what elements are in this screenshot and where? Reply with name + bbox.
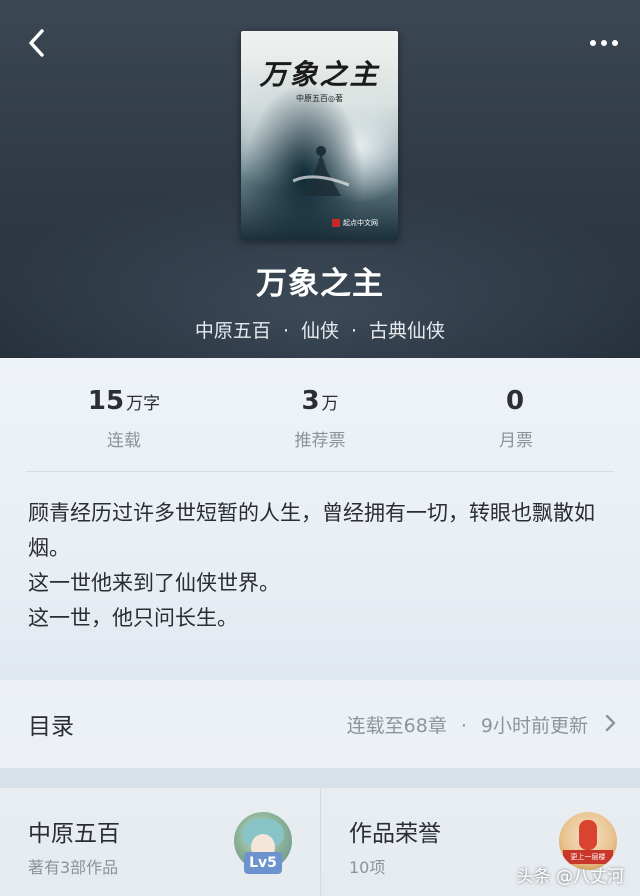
- watermark: 头条 @八丈河: [516, 867, 624, 887]
- honor-count: 10项: [349, 858, 386, 877]
- toc-updated: 9小时前更新: [480, 714, 588, 737]
- cover-title: 万象之主: [259, 58, 380, 91]
- intro-line: 这一世，他只问长生。: [28, 606, 238, 630]
- honor-title: 作品荣誉: [349, 821, 441, 847]
- chevron-left-icon: [29, 29, 44, 57]
- author-link[interactable]: 中原五百: [195, 320, 271, 342]
- stat-recommend-votes[interactable]: 3万 推荐票: [222, 382, 418, 471]
- stat-word-count: 15 万字 连载: [26, 382, 222, 471]
- fist-icon: [579, 820, 597, 850]
- stat-label: 连载: [107, 431, 141, 451]
- intro-line: 这一世他来到了仙侠世界。: [28, 571, 280, 595]
- back-button[interactable]: [20, 26, 54, 60]
- toc-label: 目录: [28, 714, 74, 740]
- cover-illustration: [293, 146, 349, 196]
- book-intro[interactable]: 顾青经历过许多世短暂的人生，曾经拥有一切，转眼也飘散如烟。 这一世他来到了仙侠世…: [28, 496, 614, 636]
- toc-status: 连载至68章 · 9小时前更新: [347, 711, 588, 738]
- intro-line: 顾青经历过许多世短暂的人生，曾经拥有一切，转眼也飘散如烟。: [28, 501, 595, 560]
- category-link[interactable]: 仙侠: [301, 320, 339, 342]
- author-name: 中原五百: [28, 821, 120, 847]
- stat-unit: 万: [321, 394, 339, 414]
- stat-unit: 万字: [126, 394, 161, 414]
- publisher-name: 起点中文网: [343, 219, 378, 227]
- more-dot: [612, 40, 618, 46]
- stat-monthly-votes[interactable]: 0 月票: [418, 382, 614, 471]
- stats-row: 15 万字 连载 3万 推荐票 0 月票: [26, 382, 614, 472]
- more-dot: [590, 40, 596, 46]
- stat-label: 推荐票: [294, 431, 346, 451]
- book-meta: 中原五百 · 仙侠 · 古典仙侠: [0, 316, 640, 343]
- publisher-seal-icon: [332, 219, 340, 227]
- book-title: 万象之主: [256, 266, 384, 302]
- toc-chapter-status: 连载至68章: [346, 714, 447, 737]
- meta-separator: ·: [351, 320, 358, 342]
- stat-value: 15: [87, 386, 125, 416]
- subcategory-link[interactable]: 古典仙侠: [369, 320, 445, 342]
- author-level-badge: Lv5: [244, 852, 282, 874]
- cover-author: 中原五百◎著: [296, 94, 343, 103]
- stat-label: 月票: [499, 431, 533, 451]
- chevron-right-icon: [605, 714, 616, 732]
- author-works: 著有3部作品: [28, 858, 119, 877]
- table-of-contents-row[interactable]: 目录 连载至68章 · 9小时前更新: [0, 680, 640, 768]
- author-card[interactable]: 中原五百 著有3部作品: [0, 788, 320, 896]
- cover-publisher: 起点中文网: [332, 218, 378, 228]
- more-options-button[interactable]: [584, 30, 624, 56]
- toc-separator: ·: [460, 714, 467, 737]
- meta-separator: ·: [282, 320, 289, 342]
- stat-value: 0: [505, 386, 525, 416]
- stat-value: 3: [301, 386, 320, 416]
- more-dot: [601, 40, 607, 46]
- book-cover[interactable]: 万象之主 中原五百◎著 起点中文网: [241, 31, 398, 240]
